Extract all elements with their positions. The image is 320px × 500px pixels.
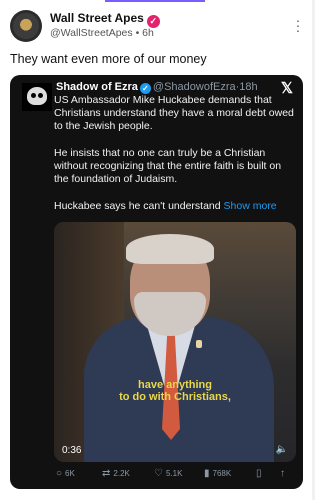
quoted-author-line[interactable]: Shadow of Ezra ✓ @ShadowofEzra·18h [56, 81, 258, 94]
video-caption: have anything to do with Christians, [54, 379, 296, 403]
quoted-author-handle[interactable]: @ShadowofEzra [153, 81, 236, 93]
quoted-post-card[interactable]: Shadow of Ezra ✓ @ShadowofEzra·18h 𝕏 US Am… [10, 75, 303, 489]
heart-icon: ♡ [154, 468, 163, 479]
chart-icon: ▮ [204, 468, 210, 479]
lapel-pin [196, 340, 202, 348]
like-button[interactable]: ♡ 5.1K [154, 468, 182, 479]
video-player[interactable]: have anything to do with Christians, 0:3… [54, 222, 296, 462]
avatar[interactable] [10, 10, 42, 42]
quoted-post-actions: ○ 6K ⇄ 2.2K ♡ 5.1K ▮ 768K ▯ ↑ [50, 468, 299, 482]
top-accent-line [105, 0, 205, 2]
repost-count: 2.2K [113, 469, 130, 478]
quoted-author-name[interactable]: Shadow of Ezra [56, 81, 138, 93]
video-duration: 0:36 [62, 445, 82, 456]
repost-icon: ⇄ [102, 468, 111, 479]
quoted-avatar[interactable] [22, 83, 52, 111]
skull-icon [27, 87, 47, 105]
author-line[interactable]: Wall Street Apes ✓ [50, 11, 160, 28]
quoted-paragraph-3: Huckabee says he can't understand [54, 200, 221, 212]
post-text: They want even more of our money [10, 52, 207, 66]
views-button[interactable]: ▮ 768K [204, 468, 231, 479]
volume-icon[interactable]: 🔈 [276, 444, 288, 455]
quoted-time[interactable]: 18h [239, 81, 257, 93]
reply-button[interactable]: ○ 6K [56, 468, 75, 479]
post-time[interactable]: 6h [142, 27, 154, 39]
avatar-image [13, 13, 39, 39]
caption-line-1: have anything [138, 379, 212, 391]
like-count: 5.1K [165, 469, 183, 478]
quoted-verified-badge-icon: ✓ [139, 83, 151, 94]
post-header: Wall Street Apes ✓ @WallStreetApes • 6h ·… [10, 10, 305, 44]
reply-count: 6K [65, 469, 75, 478]
bookmark-icon: ▯ [256, 468, 262, 479]
view-count: 768K [212, 469, 232, 478]
share-icon: ↑ [280, 468, 285, 479]
quoted-paragraph-2: He insists that no one can truly be a Ch… [54, 147, 282, 185]
reply-icon: ○ [56, 468, 63, 479]
more-options-icon[interactable]: · · · [294, 13, 302, 37]
quoted-post-text: US Ambassador Mike Huckabee demands that… [54, 94, 294, 213]
bookmark-button[interactable]: ▯ [256, 468, 265, 479]
video-figure-hair [126, 234, 214, 264]
meta-separator: • [135, 27, 140, 39]
repost-button[interactable]: ⇄ 2.2K [102, 468, 130, 479]
share-button[interactable]: ↑ [280, 468, 288, 479]
author-meta: @WallStreetApes • 6h [50, 27, 154, 39]
caption-line-2: to do with Christians, [119, 391, 231, 403]
show-more-link[interactable]: Show more [224, 200, 277, 212]
author-name[interactable]: Wall Street Apes [50, 11, 144, 25]
author-handle[interactable]: @WallStreetApes [50, 27, 133, 39]
scrollbar[interactable] [312, 0, 315, 500]
quoted-paragraph-1: US Ambassador Mike Huckabee demands that… [54, 94, 294, 132]
